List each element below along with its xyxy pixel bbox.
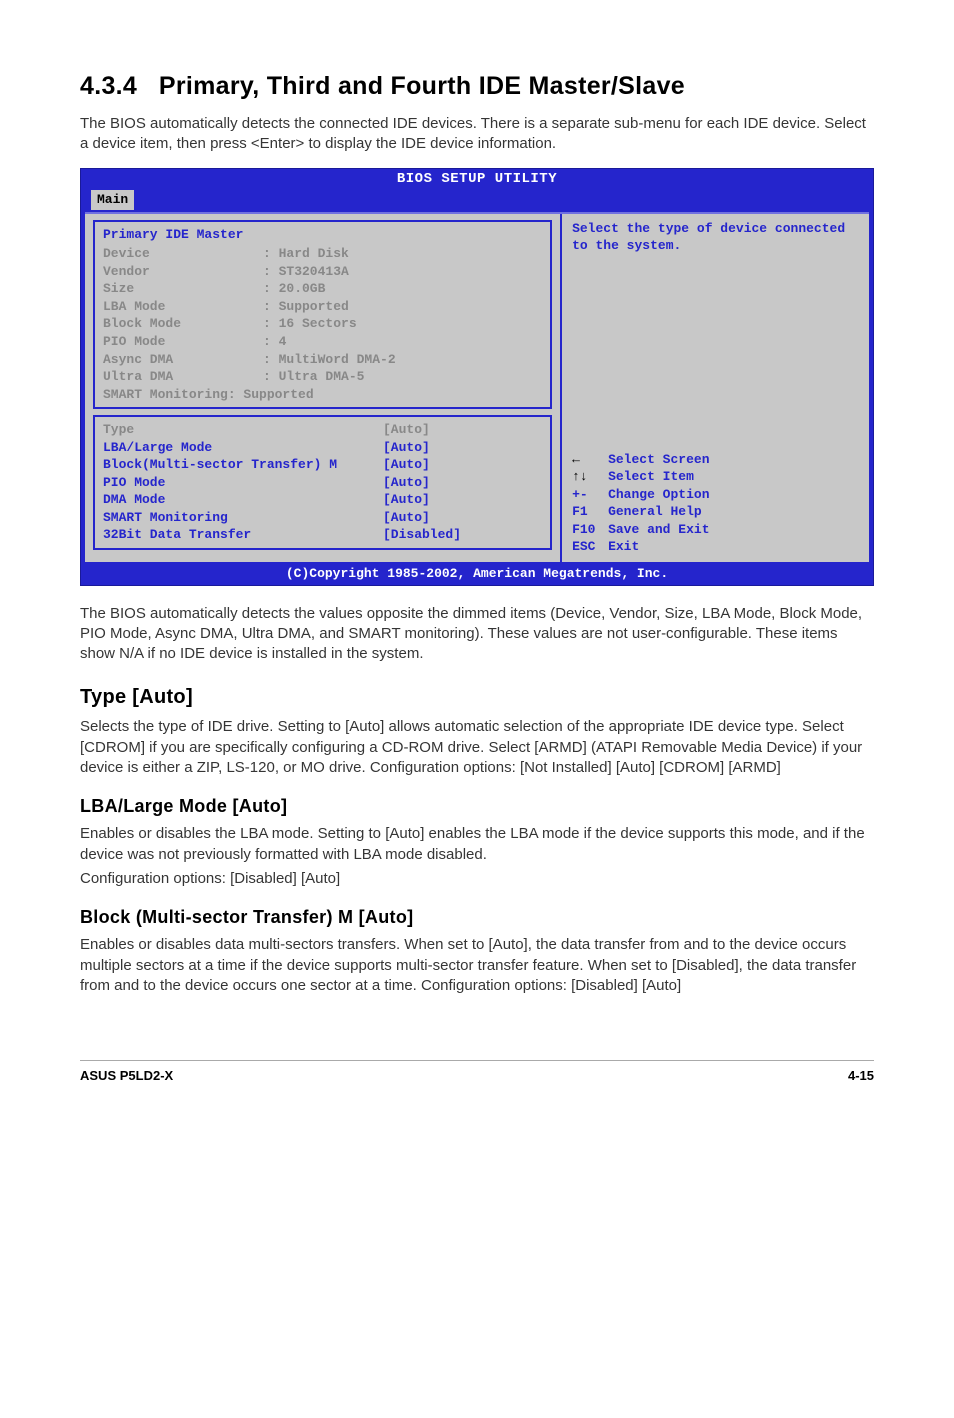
- post-bios-paragraph: The BIOS automatically detects the value…: [80, 604, 874, 665]
- footer-right: 4-15: [848, 1067, 874, 1085]
- section-number: 4.3.4: [80, 72, 137, 100]
- bios-info-box: Primary IDE Master Device: Hard Disk Ven…: [93, 220, 552, 409]
- bios-key-row: F1General Help: [572, 503, 859, 521]
- bios-left-panel: Primary IDE Master Device: Hard Disk Ven…: [85, 214, 560, 562]
- bios-panel-title: Primary IDE Master: [103, 226, 542, 244]
- bios-key-row: +-Change Option: [572, 486, 859, 504]
- lba-config: Configuration options: [Disabled] [Auto]: [80, 869, 874, 889]
- bios-key-row: F10Save and Exit: [572, 521, 859, 539]
- lba-body: Enables or disables the LBA mode. Settin…: [80, 824, 874, 865]
- bios-info-row: Device: Hard Disk: [103, 245, 542, 263]
- bios-setting-row[interactable]: Block(Multi-sector Transfer) M[Auto]: [103, 456, 542, 474]
- bios-setting-row[interactable]: SMART Monitoring[Auto]: [103, 509, 542, 527]
- bios-info-row: Ultra DMA: Ultra DMA-5: [103, 368, 542, 386]
- bios-info-row: Size: 20.0GB: [103, 280, 542, 298]
- bios-tabbar: Main: [81, 189, 873, 212]
- bios-key-row: ESCExit: [572, 538, 859, 556]
- bios-setting-row[interactable]: LBA/Large Mode[Auto]: [103, 439, 542, 457]
- bios-setting-row[interactable]: DMA Mode[Auto]: [103, 491, 542, 509]
- bios-info-row: LBA Mode: Supported: [103, 298, 542, 316]
- page-heading: 4.3.4 Primary, Third and Fourth IDE Mast…: [80, 70, 874, 104]
- bios-body: Primary IDE Master Device: Hard Disk Ven…: [85, 212, 869, 562]
- bios-screenshot: BIOS SETUP UTILITY Main Primary IDE Mast…: [80, 168, 874, 585]
- bios-info-row: Async DMA: MultiWord DMA-2: [103, 351, 542, 369]
- section-title: Primary, Third and Fourth IDE Master/Sla…: [159, 72, 685, 100]
- intro-paragraph: The BIOS automatically detects the conne…: [80, 114, 874, 155]
- bios-right-panel: Select the type of device connected to t…: [560, 214, 869, 562]
- bios-copyright: (C)Copyright 1985-2002, American Megatre…: [81, 564, 873, 585]
- block-heading: Block (Multi-sector Transfer) M [Auto]: [80, 905, 874, 929]
- footer-left: ASUS P5LD2-X: [80, 1067, 173, 1085]
- bios-key-legend: ←Select Screen ↑↓Select Item +-Change Op…: [572, 451, 859, 556]
- bios-setting-row[interactable]: Type[Auto]: [103, 421, 542, 439]
- type-heading: Type [Auto]: [80, 684, 874, 711]
- page-footer: ASUS P5LD2-X 4-15: [80, 1060, 874, 1085]
- bios-settings-box: Type[Auto] LBA/Large Mode[Auto] Block(Mu…: [93, 415, 552, 550]
- bios-info-row: PIO Mode: 4: [103, 333, 542, 351]
- bios-setting-row[interactable]: PIO Mode[Auto]: [103, 474, 542, 492]
- bios-tab-main[interactable]: Main: [91, 190, 134, 210]
- bios-setting-row[interactable]: 32Bit Data Transfer[Disabled]: [103, 526, 542, 544]
- lba-heading: LBA/Large Mode [Auto]: [80, 794, 874, 818]
- bios-help-text: Select the type of device connected to t…: [572, 220, 859, 255]
- bios-title: BIOS SETUP UTILITY: [81, 169, 873, 189]
- bios-info-row: Vendor: ST320413A: [103, 263, 542, 281]
- bios-key-row: ←Select Screen: [572, 451, 859, 469]
- type-body: Selects the type of IDE drive. Setting t…: [80, 717, 874, 778]
- bios-info-row: SMART Monitoring: Supported: [103, 386, 542, 404]
- bios-info-row: Block Mode: 16 Sectors: [103, 315, 542, 333]
- block-body: Enables or disables data multi-sectors t…: [80, 935, 874, 996]
- bios-key-row: ↑↓Select Item: [572, 468, 859, 486]
